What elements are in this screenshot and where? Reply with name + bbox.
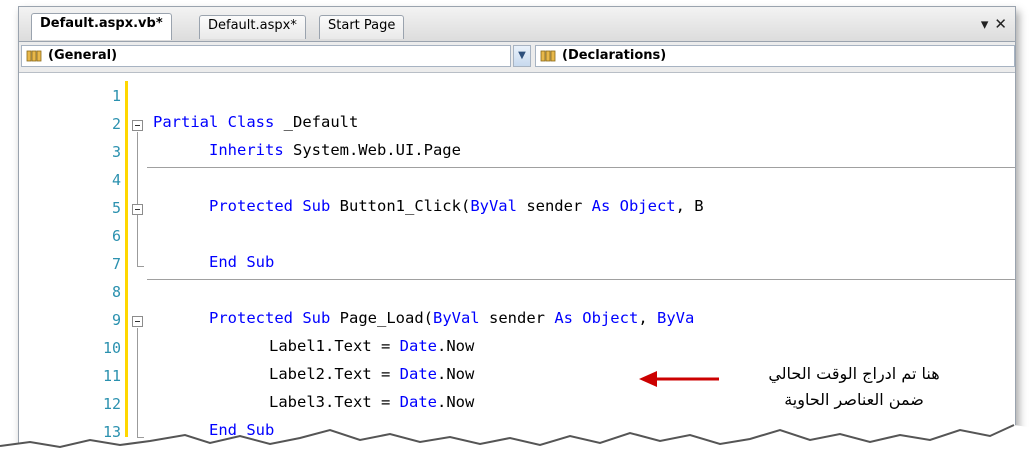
tab-default-aspx-vb[interactable]: Default.aspx.vb* (31, 13, 172, 40)
code-line-9: Protected Sub Page_Load(ByVal sender As … (209, 309, 694, 327)
collapse-method-toggle[interactable] (132, 204, 143, 215)
change-tracking-margin (125, 81, 128, 437)
code-text: Label1.Text = (269, 337, 400, 355)
code-keyword: Date (399, 337, 437, 355)
navigation-bar: (General) ▼ (Declarations) (19, 42, 1015, 73)
line-number: 4 (111, 171, 121, 189)
method-name-value: (Declarations) (562, 48, 667, 63)
line-number: 7 (111, 255, 121, 273)
code-text: Label2.Text = (269, 365, 400, 383)
code-keyword: ByVa (656, 309, 695, 327)
code-text: , B (675, 197, 704, 215)
collapse-class-toggle[interactable] (132, 120, 143, 131)
line-number: 6 (111, 227, 121, 245)
annotation-line-1: هنا تم ادراج الوقت الحالي (768, 364, 940, 383)
line-number: 8 (111, 283, 121, 301)
code-text: sender (479, 309, 555, 327)
code-line-2: Partial Class _Default (153, 113, 358, 131)
line-number: 2 (111, 115, 121, 133)
tab-default-aspx[interactable]: Default.aspx* (199, 15, 306, 39)
line-number: 10 (102, 339, 121, 357)
code-keyword: ByVal (470, 197, 517, 215)
code-editor-window: Default.aspx.vb* Default.aspx* Start Pag… (18, 6, 1016, 448)
code-line-3: Inherits System.Web.UI.Page (209, 141, 461, 159)
line-number: 5 (111, 199, 121, 217)
class-name-value: (General) (48, 48, 118, 63)
window-position-icon[interactable]: ▾ (981, 15, 989, 33)
code-keyword: Date (399, 365, 437, 383)
tab-start-page[interactable]: Start Page (319, 15, 405, 39)
code-text: Page_Load( (330, 309, 433, 327)
left-arrow-icon (639, 371, 719, 387)
line-number: 1 (111, 87, 121, 105)
tab-controls: ▾ ✕ (975, 15, 1007, 33)
method-name-dropdown[interactable]: (Declarations) (535, 45, 1015, 67)
code-text: _Default (274, 113, 359, 131)
code-text: System.Web.UI.Page (283, 141, 461, 159)
collapse-method-toggle[interactable] (132, 316, 143, 327)
code-line-10: Label1.Text = Date.Now (269, 337, 474, 355)
code-line-5: Protected Sub Button1_Click(ByVal sender… (209, 197, 704, 215)
class-name-dropdown[interactable]: (General) (21, 45, 511, 67)
code-keyword: End Sub (209, 253, 275, 271)
code-text: Button1_Click( (330, 197, 471, 215)
code-text: .Now (436, 365, 475, 383)
code-keyword: As Object (591, 197, 676, 215)
outline-end-tick (137, 266, 144, 267)
torn-paper-edge (0, 424, 1034, 473)
code-keyword: Protected Sub (209, 309, 331, 327)
line-number: 3 (111, 143, 121, 161)
code-text: sender (516, 197, 592, 215)
code-text: .Now (436, 337, 475, 355)
code-line-11: Label2.Text = Date.Now (269, 365, 474, 383)
code-text: , (638, 309, 657, 327)
code-keyword: Inherits (209, 141, 284, 159)
chevron-down-icon[interactable]: ▼ (513, 45, 531, 67)
code-keyword: ByVal (432, 309, 480, 327)
line-number: 9 (111, 311, 121, 329)
code-keyword: As Object (554, 309, 639, 327)
outline-guide (137, 132, 138, 266)
document-tab-strip: Default.aspx.vb* Default.aspx* Start Pag… (19, 7, 1015, 42)
code-area[interactable]: 1 2 3 4 5 6 7 8 9 10 11 12 13 Partial Cl… (19, 73, 1015, 447)
procedure-separator (147, 167, 1015, 168)
close-icon[interactable]: ✕ (994, 15, 1007, 33)
code-keyword: Partial Class (153, 113, 275, 131)
method-icon (540, 50, 556, 62)
code-line-7: End Sub (209, 253, 274, 271)
line-number: 11 (102, 367, 121, 385)
procedure-separator (147, 279, 1015, 280)
code-keyword: Protected Sub (209, 197, 331, 215)
class-icon (26, 50, 42, 62)
